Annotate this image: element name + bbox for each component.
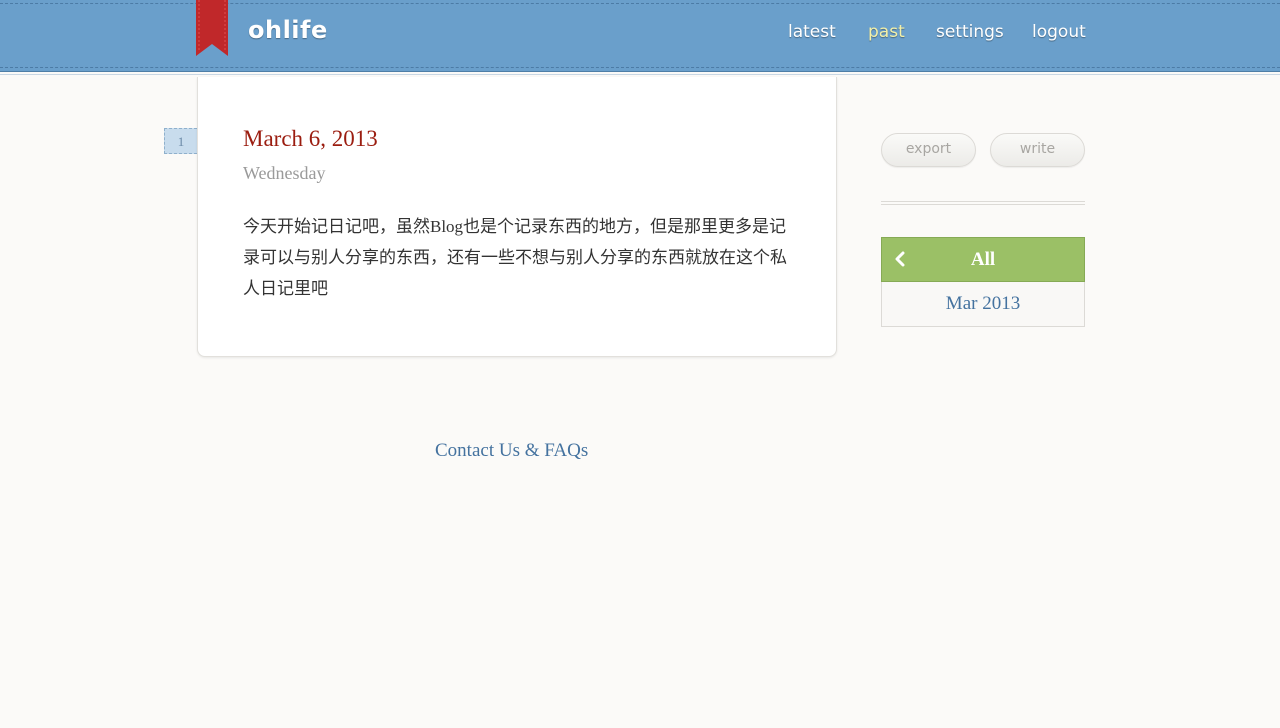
nav-settings[interactable]: settings — [936, 22, 1004, 42]
write-button[interactable]: write — [990, 133, 1085, 167]
month-item-mar-2013[interactable]: Mar 2013 — [881, 282, 1085, 327]
bookmark-ribbon-icon — [196, 0, 228, 56]
nav-past[interactable]: past — [868, 22, 905, 42]
top-header — [0, 0, 1280, 72]
nav-logout[interactable]: logout — [1032, 22, 1086, 42]
chevron-left-icon — [895, 251, 905, 267]
export-button[interactable]: export — [881, 133, 976, 167]
header-divider — [0, 74, 1280, 75]
all-entries-button[interactable]: All — [881, 237, 1085, 282]
sidebar-divider — [881, 201, 1085, 205]
entry-count-tab: 1 — [164, 128, 197, 154]
entry-body: 今天开始记日记吧，虽然Blog也是个记录东西的地方，但是那里更多是记录可以与别人… — [243, 217, 787, 298]
all-entries-label: All — [970, 249, 996, 270]
logo[interactable]: ohlife — [248, 16, 328, 44]
nav-latest[interactable]: latest — [788, 22, 836, 42]
entry-date: March 6, 2013 — [243, 126, 378, 151]
entry-weekday: Wednesday — [243, 163, 326, 183]
contact-faq-link[interactable]: Contact Us & FAQs — [435, 440, 588, 462]
